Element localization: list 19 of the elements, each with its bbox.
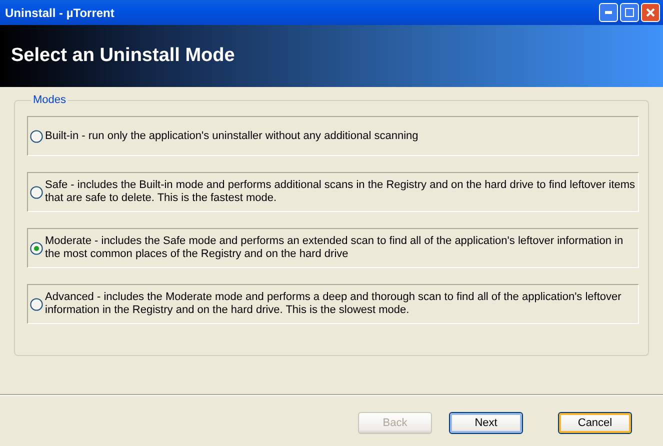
radio-button[interactable] (30, 242, 43, 255)
mode-description: Moderate - includes the Safe mode and performs an extended scan to find all of the application's leftover information in the most common places of the Registry and on the hard drive (45, 235, 624, 262)
mode-description: Built-in - run only the application's uninstaller without any additional scanning (45, 130, 418, 143)
radio-button[interactable] (30, 186, 43, 199)
mode-description: Safe - includes the Built-in mode and performs additional scans in the Registry and on the hard drive to find leftover items that are safe to delete. This is the fastest mode. (45, 179, 636, 206)
minimize-button[interactable] (599, 3, 618, 22)
radio-button[interactable] (30, 298, 43, 311)
close-icon (646, 8, 655, 18)
dialog-button[interactable]: Cancel (558, 412, 632, 434)
mode-description: Advanced - includes the Moderate mode and performs a deep and thorough scan to find all of the application's leftover information in the Registry and on the hard drive. This is the slowest mode. (45, 291, 622, 318)
minimize-icon (605, 11, 612, 14)
close-button[interactable] (641, 3, 660, 22)
group-label: Modes (32, 94, 68, 106)
window-title: Uninstall - µTorrent (5, 6, 114, 20)
maximize-icon (625, 8, 634, 18)
dialog-button[interactable]: Next (449, 412, 523, 434)
maximize-button[interactable] (620, 3, 639, 22)
page-heading: Select an Uninstall Mode (11, 45, 235, 68)
radio-button[interactable] (30, 130, 43, 143)
